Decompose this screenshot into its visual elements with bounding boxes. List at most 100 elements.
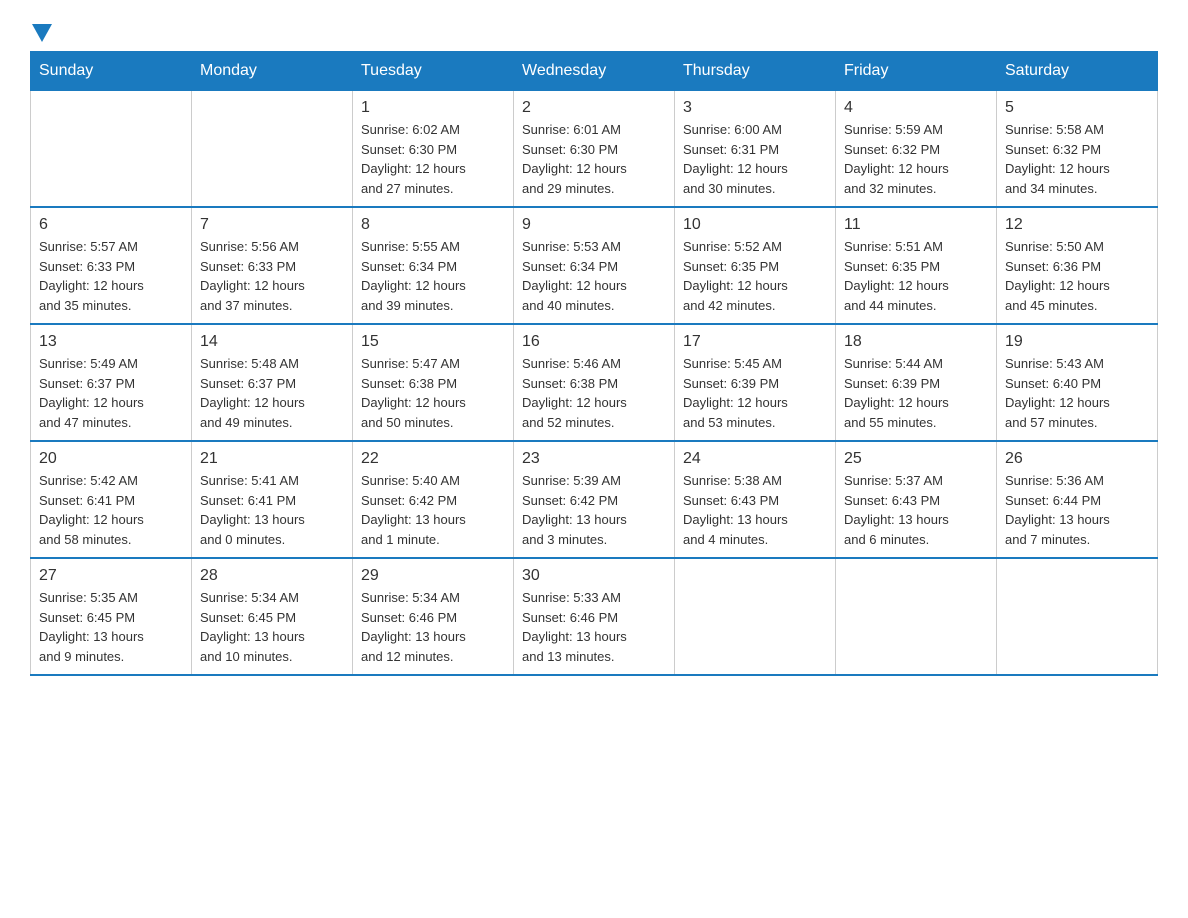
calendar-cell: 23 Sunrise: 5:39 AM Sunset: 6:42 PM Dayli… (514, 441, 675, 558)
day-number: 6 (39, 216, 183, 234)
calendar-cell: 2 Sunrise: 6:01 AM Sunset: 6:30 PM Daylig… (514, 91, 675, 208)
calendar-cell (192, 91, 353, 208)
calendar-cell: 29 Sunrise: 5:34 AM Sunset: 6:46 PM Dayli… (353, 558, 514, 675)
day-number: 27 (39, 567, 183, 585)
day-number: 10 (683, 216, 827, 234)
day-number: 16 (522, 333, 666, 351)
day-info: Sunrise: 5:58 AM Sunset: 6:32 PM Dayligh… (1005, 120, 1149, 198)
day-number: 11 (844, 216, 988, 234)
calendar-cell: 22 Sunrise: 5:40 AM Sunset: 6:42 PM Dayli… (353, 441, 514, 558)
weekday-header-tuesday: Tuesday (353, 52, 514, 91)
calendar-week-row: 27 Sunrise: 5:35 AM Sunset: 6:45 PM Dayli… (31, 558, 1158, 675)
day-info: Sunrise: 5:37 AM Sunset: 6:43 PM Dayligh… (844, 471, 988, 549)
day-number: 9 (522, 216, 666, 234)
calendar-cell: 25 Sunrise: 5:37 AM Sunset: 6:43 PM Dayli… (836, 441, 997, 558)
day-number: 15 (361, 333, 505, 351)
day-info: Sunrise: 5:35 AM Sunset: 6:45 PM Dayligh… (39, 588, 183, 666)
day-info: Sunrise: 5:43 AM Sunset: 6:40 PM Dayligh… (1005, 354, 1149, 432)
calendar-cell: 5 Sunrise: 5:58 AM Sunset: 6:32 PM Daylig… (997, 91, 1158, 208)
day-number: 2 (522, 99, 666, 117)
day-info: Sunrise: 5:44 AM Sunset: 6:39 PM Dayligh… (844, 354, 988, 432)
day-number: 30 (522, 567, 666, 585)
calendar-cell: 26 Sunrise: 5:36 AM Sunset: 6:44 PM Dayli… (997, 441, 1158, 558)
calendar-cell: 14Sunrise: 5:48 AM Sunset: 6:37 PM Dayli… (192, 324, 353, 441)
day-number: 20 (39, 450, 183, 468)
day-number: 22 (361, 450, 505, 468)
day-info: Sunrise: 5:39 AM Sunset: 6:42 PM Dayligh… (522, 471, 666, 549)
calendar-week-row: 20 Sunrise: 5:42 AM Sunset: 6:41 PM Dayli… (31, 441, 1158, 558)
day-info: Sunrise: 5:34 AM Sunset: 6:46 PM Dayligh… (361, 588, 505, 666)
calendar-cell: 7Sunrise: 5:56 AM Sunset: 6:33 PM Daylig… (192, 207, 353, 324)
day-info: Sunrise: 5:42 AM Sunset: 6:41 PM Dayligh… (39, 471, 183, 549)
calendar-cell: 28Sunrise: 5:34 AM Sunset: 6:45 PM Dayli… (192, 558, 353, 675)
calendar-week-row: 6 Sunrise: 5:57 AM Sunset: 6:33 PM Daylig… (31, 207, 1158, 324)
day-info: Sunrise: 5:34 AM Sunset: 6:45 PM Dayligh… (200, 588, 344, 666)
day-number: 5 (1005, 99, 1149, 117)
calendar-cell: 19 Sunrise: 5:43 AM Sunset: 6:40 PM Dayli… (997, 324, 1158, 441)
day-number: 12 (1005, 216, 1149, 234)
day-info: Sunrise: 5:53 AM Sunset: 6:34 PM Dayligh… (522, 237, 666, 315)
calendar-cell (997, 558, 1158, 675)
calendar-cell: 15Sunrise: 5:47 AM Sunset: 6:38 PM Dayli… (353, 324, 514, 441)
calendar-week-row: 13Sunrise: 5:49 AM Sunset: 6:37 PM Dayli… (31, 324, 1158, 441)
day-info: Sunrise: 6:01 AM Sunset: 6:30 PM Dayligh… (522, 120, 666, 198)
day-info: Sunrise: 5:45 AM Sunset: 6:39 PM Dayligh… (683, 354, 827, 432)
day-info: Sunrise: 5:56 AM Sunset: 6:33 PM Dayligh… (200, 237, 344, 315)
day-info: Sunrise: 5:38 AM Sunset: 6:43 PM Dayligh… (683, 471, 827, 549)
weekday-header-thursday: Thursday (675, 52, 836, 91)
calendar-cell: 24 Sunrise: 5:38 AM Sunset: 6:43 PM Dayli… (675, 441, 836, 558)
page-header (30, 20, 1158, 41)
day-info: Sunrise: 5:57 AM Sunset: 6:33 PM Dayligh… (39, 237, 183, 315)
calendar-cell: 6 Sunrise: 5:57 AM Sunset: 6:33 PM Daylig… (31, 207, 192, 324)
day-number: 14 (200, 333, 344, 351)
day-info: Sunrise: 6:00 AM Sunset: 6:31 PM Dayligh… (683, 120, 827, 198)
calendar-cell: 17Sunrise: 5:45 AM Sunset: 6:39 PM Dayli… (675, 324, 836, 441)
calendar-cell: 13Sunrise: 5:49 AM Sunset: 6:37 PM Dayli… (31, 324, 192, 441)
calendar-cell: 21 Sunrise: 5:41 AM Sunset: 6:41 PM Dayli… (192, 441, 353, 558)
calendar-cell: 8 Sunrise: 5:55 AM Sunset: 6:34 PM Daylig… (353, 207, 514, 324)
calendar-cell: 11 Sunrise: 5:51 AM Sunset: 6:35 PM Dayli… (836, 207, 997, 324)
weekday-header-monday: Monday (192, 52, 353, 91)
calendar-cell: 12 Sunrise: 5:50 AM Sunset: 6:36 PM Dayli… (997, 207, 1158, 324)
calendar-cell: 3Sunrise: 6:00 AM Sunset: 6:31 PM Daylig… (675, 91, 836, 208)
day-info: Sunrise: 5:41 AM Sunset: 6:41 PM Dayligh… (200, 471, 344, 549)
calendar-table: SundayMondayTuesdayWednesdayThursdayFrid… (30, 51, 1158, 676)
weekday-header-wednesday: Wednesday (514, 52, 675, 91)
calendar-cell: 30 Sunrise: 5:33 AM Sunset: 6:46 PM Dayli… (514, 558, 675, 675)
day-number: 19 (1005, 333, 1149, 351)
weekday-header-friday: Friday (836, 52, 997, 91)
day-number: 13 (39, 333, 183, 351)
day-info: Sunrise: 5:40 AM Sunset: 6:42 PM Dayligh… (361, 471, 505, 549)
day-number: 4 (844, 99, 988, 117)
day-info: Sunrise: 5:55 AM Sunset: 6:34 PM Dayligh… (361, 237, 505, 315)
day-number: 8 (361, 216, 505, 234)
day-number: 24 (683, 450, 827, 468)
weekday-header-sunday: Sunday (31, 52, 192, 91)
day-number: 26 (1005, 450, 1149, 468)
day-number: 23 (522, 450, 666, 468)
calendar-cell (675, 558, 836, 675)
day-info: Sunrise: 5:46 AM Sunset: 6:38 PM Dayligh… (522, 354, 666, 432)
calendar-cell (31, 91, 192, 208)
day-info: Sunrise: 5:59 AM Sunset: 6:32 PM Dayligh… (844, 120, 988, 198)
day-number: 29 (361, 567, 505, 585)
day-info: Sunrise: 5:36 AM Sunset: 6:44 PM Dayligh… (1005, 471, 1149, 549)
day-number: 25 (844, 450, 988, 468)
calendar-cell: 10 Sunrise: 5:52 AM Sunset: 6:35 PM Dayli… (675, 207, 836, 324)
calendar-cell: 18 Sunrise: 5:44 AM Sunset: 6:39 PM Dayli… (836, 324, 997, 441)
day-number: 21 (200, 450, 344, 468)
calendar-week-row: 1Sunrise: 6:02 AM Sunset: 6:30 PM Daylig… (31, 91, 1158, 208)
calendar-cell: 9 Sunrise: 5:53 AM Sunset: 6:34 PM Daylig… (514, 207, 675, 324)
day-info: Sunrise: 6:02 AM Sunset: 6:30 PM Dayligh… (361, 120, 505, 198)
day-info: Sunrise: 5:52 AM Sunset: 6:35 PM Dayligh… (683, 237, 827, 315)
day-info: Sunrise: 5:51 AM Sunset: 6:35 PM Dayligh… (844, 237, 988, 315)
calendar-cell: 4 Sunrise: 5:59 AM Sunset: 6:32 PM Daylig… (836, 91, 997, 208)
calendar-cell: 20 Sunrise: 5:42 AM Sunset: 6:41 PM Dayli… (31, 441, 192, 558)
calendar-cell: 16 Sunrise: 5:46 AM Sunset: 6:38 PM Dayli… (514, 324, 675, 441)
day-info: Sunrise: 5:33 AM Sunset: 6:46 PM Dayligh… (522, 588, 666, 666)
day-number: 18 (844, 333, 988, 351)
logo (30, 20, 52, 41)
calendar-cell: 1Sunrise: 6:02 AM Sunset: 6:30 PM Daylig… (353, 91, 514, 208)
calendar-header-row: SundayMondayTuesdayWednesdayThursdayFrid… (31, 52, 1158, 91)
day-info: Sunrise: 5:50 AM Sunset: 6:36 PM Dayligh… (1005, 237, 1149, 315)
